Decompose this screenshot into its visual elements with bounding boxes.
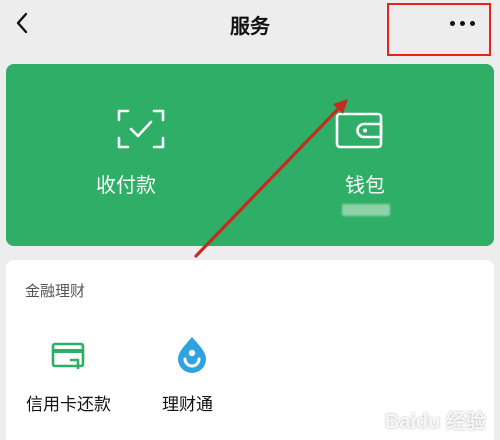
wallet-label: 钱包: [345, 173, 385, 197]
wealth-management-label: 理财通: [162, 395, 213, 415]
more-options-button[interactable]: [387, 3, 491, 56]
credit-card-icon: [51, 342, 85, 369]
pay-receive-button[interactable]: 收付款: [6, 64, 250, 246]
service-page: 服务 收付款 钱包 金融理财 信用卡还款 理财通 Baidu 经验: [0, 0, 500, 440]
scan-check-icon: [117, 109, 165, 149]
watermark-logo: Baidu 经验: [384, 411, 486, 433]
wallet-balance-blurred: [342, 204, 390, 216]
more-dots-icon: [450, 21, 475, 26]
wallet-button[interactable]: 钱包: [250, 64, 494, 246]
pay-receive-label: 收付款: [96, 173, 156, 197]
nav-bar: 服务: [0, 0, 500, 56]
wealth-drop-icon: [178, 337, 206, 373]
credit-card-repay-label: 信用卡还款: [26, 395, 111, 415]
hero-card: 收付款 钱包: [6, 64, 494, 246]
wallet-icon: [335, 112, 383, 149]
section-title: 金融理财: [25, 282, 86, 300]
